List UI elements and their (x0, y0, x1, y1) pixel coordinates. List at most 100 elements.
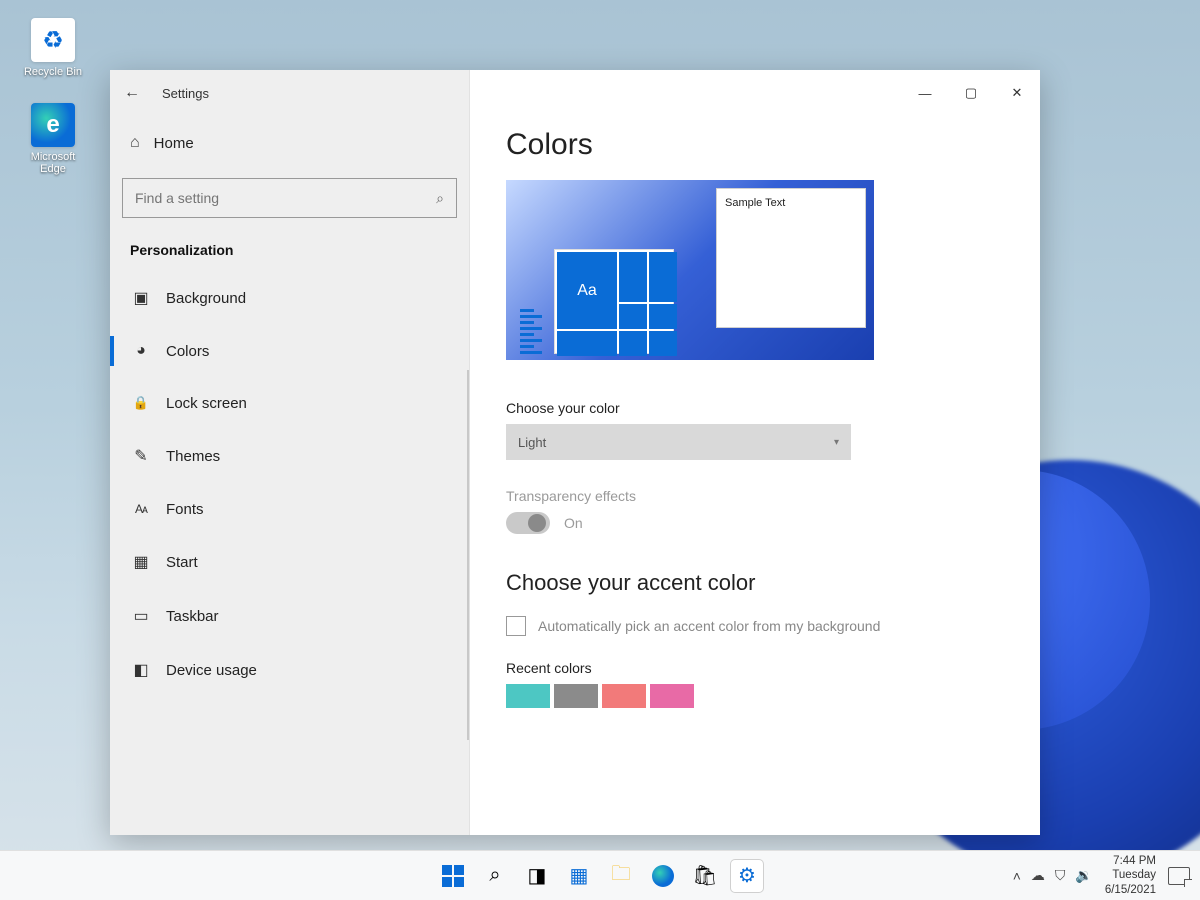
font-icon (132, 500, 150, 518)
chevron-down-icon: ▾ (834, 437, 839, 448)
palette-icon (132, 342, 150, 360)
tray-chevron-up-icon[interactable]: ˄ (1013, 868, 1021, 884)
desktop-icons: ♻ Recycle Bin e Microsoft Edge (18, 18, 88, 176)
taskbar-icon (132, 606, 150, 626)
gear-icon: ⚙ (738, 863, 756, 888)
settings-taskbar-button[interactable]: ⚙ (731, 860, 763, 892)
sidebar-item-label: Lock screen (166, 395, 247, 412)
choose-color-value: Light (518, 435, 546, 450)
desktop-icon-label: Recycle Bin (24, 66, 82, 79)
transparency-value: On (564, 515, 583, 531)
search-icon: ⌕ (436, 190, 444, 207)
recent-colors-label: Recent colors (506, 660, 1004, 676)
sidebar-item-label: Background (166, 290, 246, 307)
recent-color-swatch[interactable] (650, 684, 694, 708)
home-icon (130, 134, 140, 152)
transparency-toggle[interactable] (506, 512, 550, 534)
content-pane: — ▢ ✕ Colors Aa (470, 70, 1040, 835)
edge-icon (652, 865, 674, 887)
sidebar-item-label: Themes (166, 448, 220, 465)
sidebar-item-themes[interactable]: Themes (122, 432, 457, 480)
task-view-button[interactable]: ◨ (521, 860, 553, 892)
page-title: Colors (506, 128, 1004, 162)
grid-icon (132, 552, 150, 572)
window-title: Settings (162, 86, 209, 101)
toggle-knob (528, 514, 546, 532)
titlebar-left: ← Settings (110, 70, 469, 116)
device-icon (132, 660, 150, 680)
transparency-label: Transparency effects (506, 488, 1004, 504)
recent-color-swatch[interactable] (506, 684, 550, 708)
taskbar-clock[interactable]: 7:44 PM Tuesday 6/15/2021 (1105, 854, 1156, 897)
recent-colors-row (506, 684, 1004, 708)
sidebar-scrollbar[interactable] (467, 370, 469, 740)
preview-tile-grid: Aa (554, 249, 674, 354)
store-icon: 🛍 (692, 863, 717, 888)
sidebar-item-fonts[interactable]: Fonts (122, 486, 457, 532)
sidebar-item-lock-screen[interactable]: Lock screen (122, 380, 457, 426)
recent-color-swatch[interactable] (602, 684, 646, 708)
volume-icon[interactable]: 🔉 (1075, 867, 1092, 884)
windows-logo-icon (442, 865, 464, 887)
settings-window: ← Settings Home ⌕ Personalization Backgr… (110, 70, 1040, 835)
network-icon[interactable]: ⛉ (1055, 867, 1066, 884)
search-box[interactable]: ⌕ (122, 178, 457, 218)
choose-color-dropdown[interactable]: Light ▾ (506, 424, 851, 460)
onedrive-icon[interactable]: ☁ (1031, 867, 1045, 884)
sidebar: ← Settings Home ⌕ Personalization Backgr… (110, 70, 470, 835)
preview-sample-card: Sample Text (716, 188, 866, 328)
clock-day: Tuesday (1105, 868, 1156, 882)
recent-color-swatch[interactable] (554, 684, 598, 708)
sidebar-item-start[interactable]: Start (122, 538, 457, 586)
widgets-icon: ▦ (570, 863, 589, 888)
store-button[interactable]: 🛍 (689, 860, 721, 892)
clock-time: 7:44 PM (1105, 854, 1156, 868)
system-tray[interactable]: ˄ ☁ ⛉ 🔉 (1013, 867, 1093, 884)
edge-button[interactable] (647, 860, 679, 892)
sidebar-item-taskbar[interactable]: Taskbar (122, 592, 457, 640)
recycle-bin-icon: ♻ (31, 18, 75, 62)
maximize-button[interactable]: ▢ (948, 70, 994, 116)
accent-color-header: Choose your accent color (506, 570, 1004, 596)
auto-accent-checkbox[interactable] (506, 616, 526, 636)
sidebar-home[interactable]: Home (122, 122, 457, 164)
lock-icon (132, 394, 150, 412)
auto-accent-label: Automatically pick an accent color from … (538, 618, 880, 634)
preview-sample-text: Sample Text (725, 197, 785, 209)
sidebar-item-label: Device usage (166, 662, 257, 679)
minimize-button[interactable]: — (902, 70, 948, 116)
sidebar-section-header: Personalization (122, 238, 457, 268)
search-input[interactable] (135, 190, 428, 206)
sidebar-item-label: Taskbar (166, 608, 219, 625)
sidebar-item-label: Colors (166, 343, 209, 360)
start-button[interactable] (437, 860, 469, 892)
window-controls: — ▢ ✕ (470, 70, 1040, 116)
sidebar-item-colors[interactable]: Colors (122, 328, 457, 374)
sidebar-item-label: Start (166, 554, 198, 571)
preview-tile-aa: Aa (557, 252, 617, 329)
image-icon (132, 288, 150, 308)
explorer-button[interactable]: 🗀 (605, 860, 637, 892)
sidebar-item-device-usage[interactable]: Device usage (122, 646, 457, 694)
search-icon: ⌕ (489, 864, 500, 887)
taskbar-search-button[interactable]: ⌕ (479, 860, 511, 892)
folder-icon: 🗀 (611, 859, 631, 893)
task-view-icon: ◨ (528, 863, 547, 888)
close-button[interactable]: ✕ (994, 70, 1040, 116)
desktop-icon-edge[interactable]: e Microsoft Edge (18, 103, 88, 176)
clock-date: 6/15/2021 (1105, 883, 1156, 897)
pen-icon (132, 446, 150, 466)
edge-icon: e (31, 103, 75, 147)
taskbar: ⌕ ◨ ▦ 🗀 🛍 ⚙ ˄ ☁ ⛉ 🔉 7:44 PM Tuesday 6/15… (0, 850, 1200, 900)
choose-color-label: Choose your color (506, 400, 1004, 416)
home-label: Home (154, 135, 194, 152)
widgets-button[interactable]: ▦ (563, 860, 595, 892)
color-preview: Aa Sample Text (506, 180, 874, 360)
notifications-button[interactable] (1168, 867, 1190, 885)
desktop-icon-recycle-bin[interactable]: ♻ Recycle Bin (18, 18, 88, 79)
desktop-icon-label: Microsoft Edge (18, 151, 88, 176)
sidebar-item-background[interactable]: Background (122, 274, 457, 322)
preview-list-icon (520, 309, 550, 354)
back-button[interactable]: ← (124, 84, 140, 102)
taskbar-center: ⌕ ◨ ▦ 🗀 🛍 ⚙ (437, 860, 763, 892)
